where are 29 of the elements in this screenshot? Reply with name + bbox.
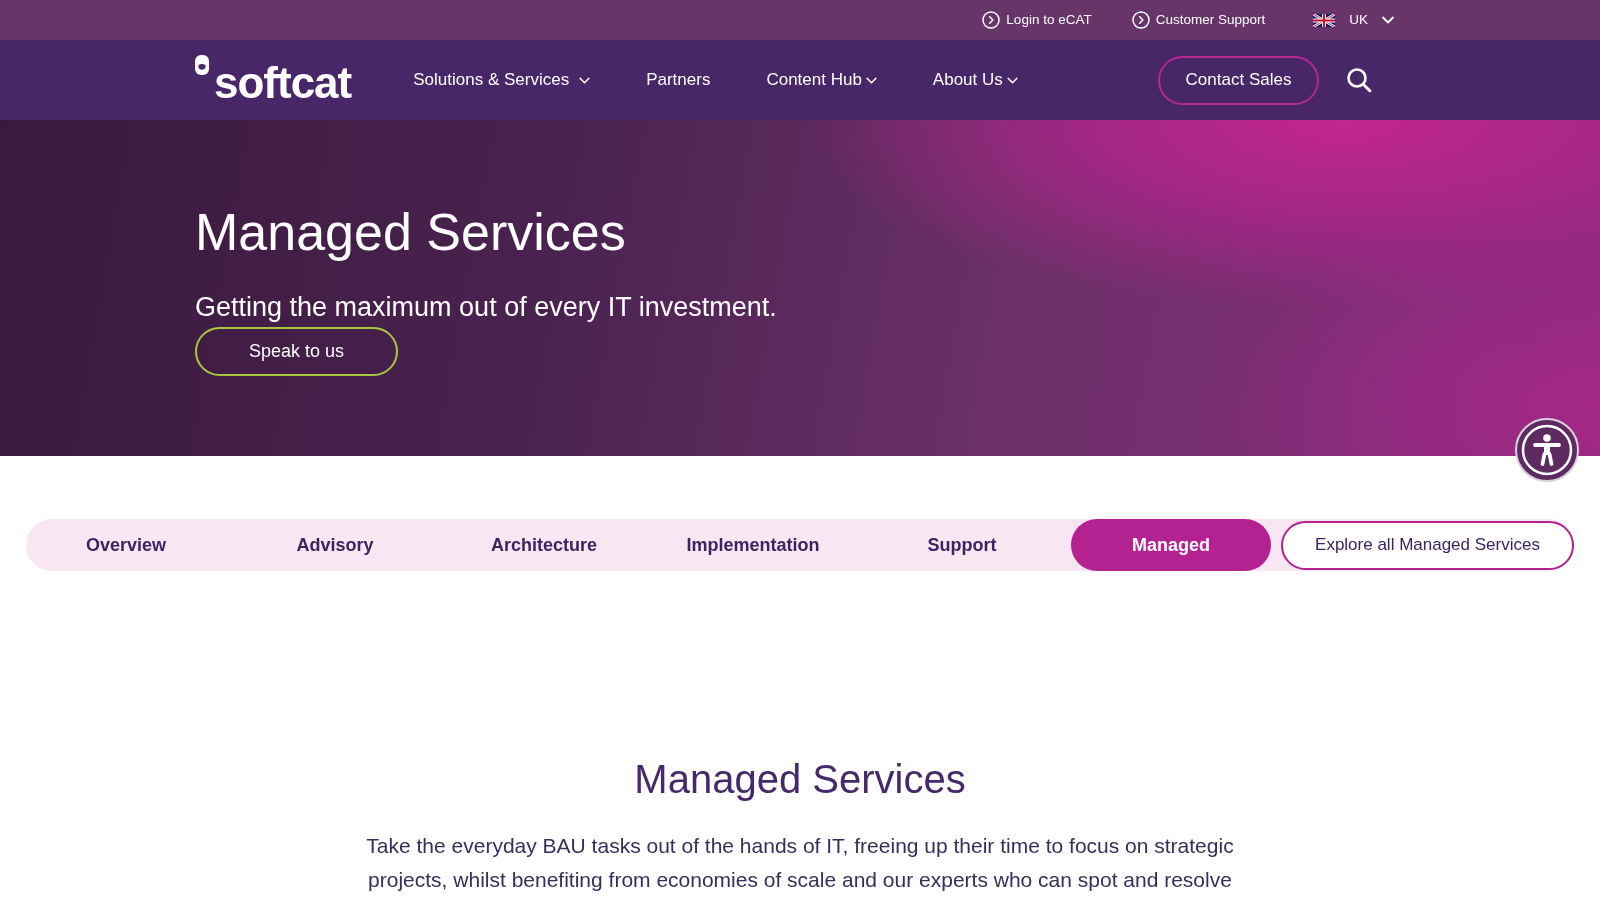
tab[interactable]: Implementation (653, 519, 853, 571)
logo[interactable]: softcat (195, 55, 352, 105)
tab[interactable]: Advisory (235, 519, 435, 571)
chevron-circle-icon (982, 11, 1001, 29)
nav-menu-item[interactable]: About Us (932, 67, 1018, 93)
tab[interactable]: Managed (1071, 519, 1271, 571)
chevron-down-icon (1382, 16, 1394, 24)
explore-all-button[interactable]: Explore all Managed Services (1281, 520, 1574, 570)
section-heading: Managed Services (634, 756, 966, 803)
top-link[interactable]: Login to eCAT (982, 9, 1092, 31)
hero-subtitle: Getting the maximum out of every IT investment. (195, 291, 777, 323)
hero-title: Managed Services (195, 202, 626, 263)
search-button[interactable] (1346, 67, 1372, 93)
section-paragraph: Take the everyday BAU tasks out of the hands of IT, freeing up their time to focus on strategic projects, whilst benefiting from economies of scale and our experts who can spot and resolve (365, 833, 1235, 893)
logo-mark-icon (195, 55, 209, 75)
nav-menu-item[interactable]: Content Hub (766, 67, 877, 93)
nav-menu-item[interactable]: Partners (646, 67, 711, 93)
tab[interactable]: Overview (26, 519, 226, 571)
tab[interactable]: Architecture (444, 519, 644, 571)
accessibility-person-icon (1521, 424, 1573, 476)
uk-flag-icon (1313, 13, 1336, 27)
nav-menu-item[interactable]: Solutions & Services (413, 67, 591, 93)
tab[interactable]: Support (862, 519, 1062, 571)
contact-sales-button[interactable]: Contact Sales (1158, 55, 1319, 105)
region-selector[interactable]: UK (1313, 9, 1394, 31)
chevron-circle-icon (1131, 11, 1150, 29)
search-icon (1346, 67, 1372, 93)
speak-to-us-button[interactable]: Speak to us (195, 327, 398, 376)
top-link[interactable]: Customer Support (1131, 9, 1266, 31)
